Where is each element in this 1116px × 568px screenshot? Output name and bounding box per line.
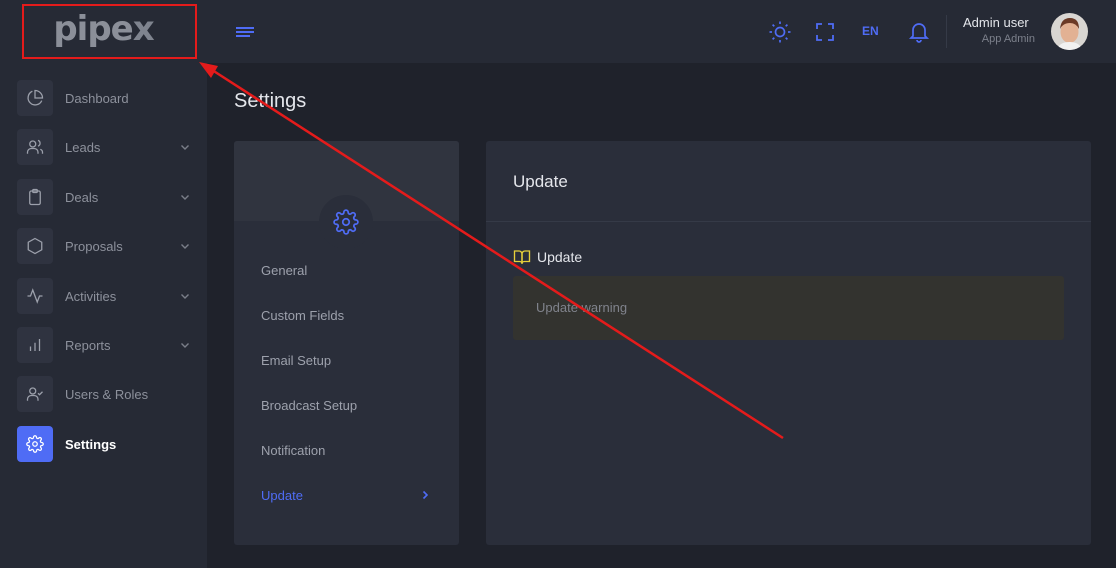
chevron-down-icon xyxy=(181,343,189,348)
sidebar-item-label: Deals xyxy=(65,189,99,205)
sidebar-item-label: Activities xyxy=(65,288,117,304)
chevron-down-icon xyxy=(181,244,189,249)
user-name[interactable]: Admin user xyxy=(963,15,1029,30)
settings-gear-badge xyxy=(319,195,373,249)
book-open-icon xyxy=(513,250,531,264)
sidebar-item-reports[interactable]: Reports xyxy=(17,327,197,363)
bar-chart-icon xyxy=(17,327,53,363)
settings-menu-update[interactable]: Update xyxy=(261,488,431,503)
update-warning-text: Update warning xyxy=(536,300,628,315)
settings-menu-card: General Custom Fields Email Setup Broadc… xyxy=(234,141,459,545)
settings-menu-update-label: Update xyxy=(261,488,303,503)
menu-toggle-icon[interactable] xyxy=(234,23,256,41)
gear-icon xyxy=(333,209,359,235)
chevron-down-icon xyxy=(181,294,189,299)
sidebar-item-label: Dashboard xyxy=(65,90,129,106)
chevron-down-icon xyxy=(181,195,189,200)
bell-icon[interactable] xyxy=(907,20,931,44)
logo[interactable]: pipex xyxy=(0,0,207,63)
chevron-right-icon xyxy=(422,490,429,500)
settings-menu-custom-fields[interactable]: Custom Fields xyxy=(261,308,431,323)
page-title: Settings xyxy=(234,90,307,112)
sidebar-item-label: Reports xyxy=(65,337,111,353)
update-warning-box: Update warning xyxy=(513,276,1064,340)
sidebar-item-label: Settings xyxy=(65,436,117,452)
fullscreen-icon[interactable] xyxy=(813,20,837,44)
avatar-image xyxy=(1051,13,1088,50)
sidebar-item-settings[interactable]: Settings xyxy=(17,426,197,462)
sidebar-item-proposals[interactable]: Proposals xyxy=(17,228,197,264)
sidebar-item-label: Users & Roles xyxy=(65,386,149,402)
settings-menu-general[interactable]: General xyxy=(261,263,431,278)
update-panel: Update Update Update warning xyxy=(486,141,1091,545)
sidebar-item-users-roles[interactable]: Users & Roles xyxy=(17,376,197,412)
clipboard-icon xyxy=(17,179,53,215)
pie-chart-icon xyxy=(17,80,53,116)
sidebar: Dashboard Leads Deals Proposals Activiti… xyxy=(0,63,207,568)
update-panel-title: Update xyxy=(513,172,568,191)
update-section-label: Update xyxy=(537,249,583,265)
header-divider xyxy=(946,15,947,48)
settings-menu-email-setup[interactable]: Email Setup xyxy=(261,353,431,368)
settings-menu-broadcast-setup[interactable]: Broadcast Setup xyxy=(261,398,431,413)
user-check-icon xyxy=(17,376,53,412)
settings-menu-notification[interactable]: Notification xyxy=(261,443,431,458)
logo-text: pipex xyxy=(53,8,155,49)
sun-icon[interactable] xyxy=(768,20,792,44)
sidebar-item-label: Proposals xyxy=(65,238,123,254)
logo-main-text: pipe xyxy=(53,8,133,49)
hexagon-icon xyxy=(17,228,53,264)
sidebar-item-leads[interactable]: Leads xyxy=(17,129,197,165)
top-header: pipex EN Admin user App Admin xyxy=(0,0,1116,63)
user-role: App Admin xyxy=(981,33,1035,45)
sidebar-item-activities[interactable]: Activities xyxy=(17,278,197,314)
sidebar-item-dashboard[interactable]: Dashboard xyxy=(17,80,197,116)
language-selector[interactable]: EN xyxy=(862,24,879,38)
avatar[interactable] xyxy=(1051,13,1088,50)
chevron-down-icon xyxy=(181,145,189,150)
update-section-heading: Update xyxy=(513,249,582,265)
sidebar-item-deals[interactable]: Deals xyxy=(17,179,197,215)
logo-x-text: x xyxy=(132,8,155,49)
activity-icon xyxy=(17,278,53,314)
sidebar-item-label: Leads xyxy=(65,139,101,155)
gear-icon xyxy=(17,426,53,462)
users-icon xyxy=(17,129,53,165)
update-panel-divider xyxy=(486,221,1091,222)
